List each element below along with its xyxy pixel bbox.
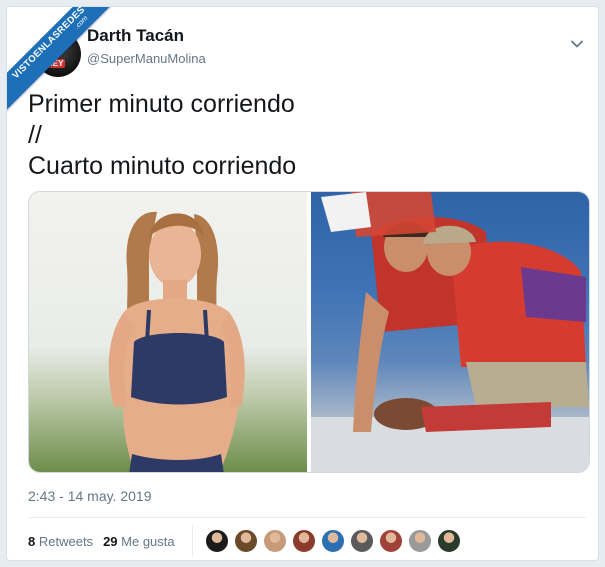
retweets-stat[interactable]: 8 Retweets — [28, 534, 93, 549]
likes-label: Me gusta — [121, 534, 175, 549]
tweet-text: Primer minuto corriendo // Cuarto minuto… — [28, 89, 296, 182]
stats-separator — [192, 525, 193, 557]
liker-avatar[interactable] — [379, 529, 403, 553]
liker-avatar[interactable] — [234, 529, 258, 553]
divider — [28, 517, 586, 518]
liker-avatar[interactable] — [321, 529, 345, 553]
liker-avatar[interactable] — [292, 529, 316, 553]
photo-woman-running[interactable] — [29, 192, 307, 472]
photo-runner-collapsed[interactable] — [311, 192, 589, 472]
tweet-card: VISTOENLASREDES .com HEY Darth Tacán @Su… — [6, 6, 599, 561]
liker-avatar[interactable] — [263, 529, 287, 553]
user-handle[interactable]: @SuperManuMolina — [87, 51, 206, 66]
tweet-timestamp[interactable]: 2:43 - 14 may. 2019 — [28, 488, 151, 504]
retweets-count: 8 — [28, 534, 36, 549]
woman-illustration — [108, 211, 245, 472]
chevron-down-icon[interactable] — [570, 37, 584, 51]
liker-avatar[interactable] — [205, 529, 229, 553]
likes-count: 29 — [103, 534, 118, 549]
liker-avatar[interactable] — [350, 529, 374, 553]
liker-avatar[interactable] — [437, 529, 461, 553]
liker-avatar[interactable] — [408, 529, 432, 553]
tweet-stats: 8 Retweets 29 Me gusta — [28, 534, 175, 549]
retweets-label: Retweets — [38, 534, 94, 549]
tweet-line-3: Cuarto minuto corriendo — [28, 152, 297, 180]
likes-stat[interactable]: 29 Me gusta — [103, 534, 175, 549]
tweet-media[interactable] — [28, 191, 590, 473]
display-name[interactable]: Darth Tacán — [87, 26, 184, 46]
medics-illustration — [311, 192, 589, 472]
tweet-line-1: Primer minuto corriendo — [28, 90, 295, 118]
tweet-line-2: // — [28, 121, 42, 149]
